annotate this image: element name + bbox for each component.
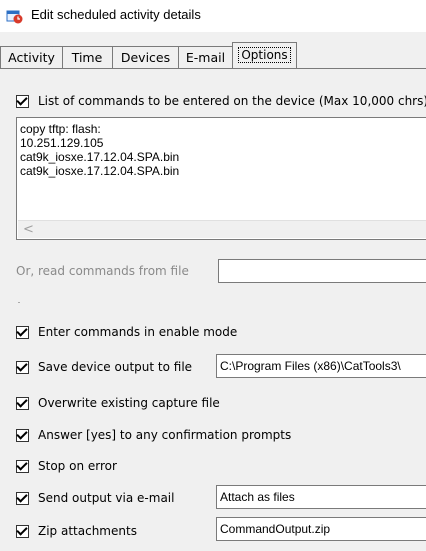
tab-options[interactable]: Options: [232, 42, 297, 69]
tab-email[interactable]: E-mail: [179, 46, 233, 69]
enable-mode-row[interactable]: Enter commands in enable mode: [16, 325, 237, 339]
send-email-row[interactable]: Send output via e-mail: [16, 491, 174, 505]
answer-yes-label: Answer [yes] to any confirmation prompts: [38, 428, 292, 442]
title-bar: Edit scheduled activity details: [0, 0, 426, 32]
command-line: copy tftp: flash:: [20, 122, 101, 136]
command-line: 10.251.129.105: [20, 136, 104, 150]
tab-devices[interactable]: Devices: [113, 46, 179, 69]
read-file-label: Or, read commands from file: [16, 264, 189, 278]
zip-row[interactable]: Zip attachments: [16, 524, 137, 538]
answer-yes-row[interactable]: Answer [yes] to any confirmation prompts: [16, 428, 291, 442]
save-output-path-input[interactable]: C:\Program Files (x86)\CatTools3\: [216, 354, 426, 378]
stop-on-error-checkbox[interactable]: [16, 459, 29, 473]
commands-textarea[interactable]: copy tftp: flash: 10.251.129.105 cat9k_i…: [16, 117, 426, 240]
overwrite-label: Overwrite existing capture file: [38, 396, 220, 410]
window-title: Edit scheduled activity details: [31, 7, 201, 22]
read-file-row: Or, read commands from file: [16, 264, 189, 278]
save-output-checkbox[interactable]: [16, 360, 29, 374]
zip-label: Zip attachments: [38, 524, 137, 538]
overwrite-checkbox[interactable]: [16, 396, 29, 410]
read-file-input[interactable]: [218, 259, 426, 283]
stop-on-error-row[interactable]: Stop on error: [16, 459, 117, 473]
enable-mode-checkbox[interactable]: [16, 325, 29, 339]
send-email-checkbox[interactable]: [16, 491, 29, 505]
scroll-left-icon[interactable]: <: [23, 222, 34, 237]
scheduler-app-icon: [6, 10, 23, 24]
zip-filename-input[interactable]: CommandOutput.zip: [216, 517, 426, 541]
tab-activity[interactable]: Activity: [0, 46, 63, 69]
overwrite-row[interactable]: Overwrite existing capture file: [16, 396, 220, 410]
enable-mode-label: Enter commands in enable mode: [38, 325, 238, 339]
divider: [18, 302, 20, 303]
save-output-label: Save device output to file: [38, 360, 193, 374]
command-list-label: List of commands to be entered on the de…: [38, 94, 426, 108]
command-line: cat9k_iosxe.17.12.04.SPA.bin: [20, 150, 180, 164]
answer-yes-checkbox[interactable]: [16, 428, 29, 442]
save-output-row[interactable]: Save device output to file: [16, 360, 192, 374]
stop-on-error-label: Stop on error: [38, 459, 117, 473]
send-email-label: Send output via e-mail: [38, 491, 175, 505]
command-list-checkbox-row[interactable]: List of commands to be entered on the de…: [16, 94, 426, 108]
tab-strip: Activity Time Devices E-mail Options: [0, 42, 426, 70]
command-line: cat9k_iosxe.17.12.04.SPA.bin: [20, 164, 180, 178]
tab-panel-border: [0, 68, 426, 69]
command-list-checkbox[interactable]: [16, 94, 29, 108]
horizontal-scrollbar[interactable]: <: [18, 220, 426, 238]
zip-checkbox[interactable]: [16, 524, 29, 538]
email-attach-select[interactable]: Attach as files: [216, 485, 426, 509]
tab-time[interactable]: Time: [62, 46, 113, 69]
